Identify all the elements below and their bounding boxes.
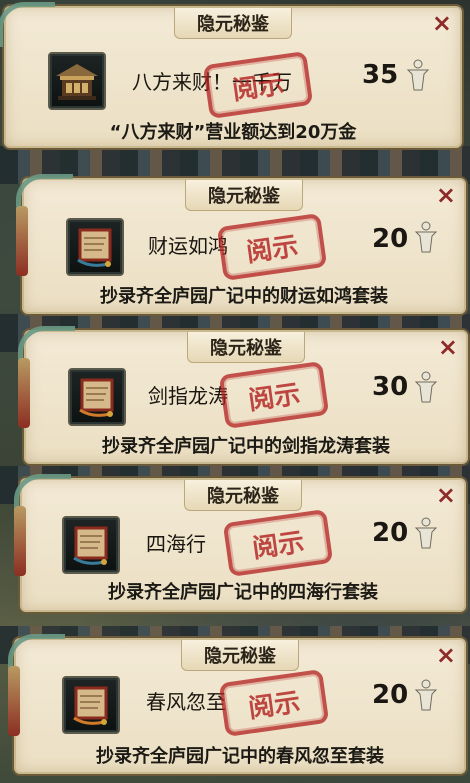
seal-stamp: 阅示 — [222, 509, 334, 577]
achievement-description: 抄录齐全庐园广记中的四海行套装 — [108, 582, 378, 603]
figure-icon — [414, 679, 438, 711]
card-title: 隐元秘鉴 — [174, 8, 292, 39]
achievement-card-1: 隐元秘鉴 × 八方来财！一千万 阅示 35 “八方来财”营业额达到20万金 — [0, 2, 462, 148]
jade-ornament — [0, 2, 55, 47]
achievement-description: “八方来财”营业额达到20万金 — [109, 122, 357, 143]
scroll-ribbon — [8, 666, 20, 736]
achievement-card-3: 隐元秘鉴 × 剑指龙涛 阅示 30 抄录齐全庐园广记中的剑指龙涛套装 — [18, 326, 468, 464]
close-icon[interactable]: × — [436, 182, 456, 208]
achievement-name: 四海行 — [146, 532, 206, 556]
scroll-icon[interactable] — [62, 676, 120, 734]
scroll-icon[interactable] — [68, 368, 126, 426]
seal-stamp: 阅示 — [218, 669, 330, 737]
achievement-card-4: 隐元秘鉴 × 四海行 阅示 20 抄录齐全庐园广记中的四海行套装 — [14, 474, 466, 612]
seal-stamp: 阅示 — [216, 213, 328, 281]
close-icon[interactable]: × — [436, 642, 456, 668]
reward-points: 20 — [372, 518, 409, 548]
scroll-ribbon — [14, 506, 26, 576]
figure-icon — [414, 371, 438, 403]
figure-icon — [406, 59, 430, 91]
achievement-name: 财运如鸿 — [148, 234, 228, 258]
card-title: 隐元秘鉴 — [185, 180, 303, 211]
reward-points: 35 — [362, 60, 399, 90]
reward-points: 20 — [372, 680, 409, 710]
achievement-card-5: 隐元秘鉴 × 春风忽至 阅示 20 抄录齐全庐园广记中的春风忽至套装 — [8, 634, 466, 774]
scroll-ribbon — [18, 358, 30, 428]
scroll-icon[interactable] — [62, 516, 120, 574]
reward-points: 20 — [372, 224, 409, 254]
achievement-name: 春风忽至 — [146, 690, 226, 714]
achievement-card-2: 隐元秘鉴 × 财运如鸿 阅示 20 抄录齐全庐园广记中的财运如鸿套装 — [16, 174, 466, 314]
figure-icon — [414, 221, 438, 253]
seal-stamp: 阅示 — [218, 361, 330, 429]
pavilion-icon[interactable] — [48, 52, 106, 110]
card-title: 隐元秘鉴 — [187, 332, 305, 363]
card-title: 隐元秘鉴 — [184, 480, 302, 511]
close-icon[interactable]: × — [436, 482, 456, 508]
scroll-icon[interactable] — [66, 218, 124, 276]
scroll-ribbon — [16, 206, 28, 276]
achievement-description: 抄录齐全庐园广记中的剑指龙涛套装 — [102, 436, 390, 457]
close-icon[interactable]: × — [438, 334, 458, 360]
reward-points: 30 — [372, 372, 409, 402]
figure-icon — [414, 517, 438, 549]
seal-stamp: 阅示 — [202, 51, 314, 119]
card-title: 隐元秘鉴 — [181, 640, 299, 671]
achievement-description: 抄录齐全庐园广记中的春风忽至套装 — [96, 746, 384, 767]
achievement-name: 剑指龙涛 — [148, 384, 228, 408]
achievement-description: 抄录齐全庐园广记中的财运如鸿套装 — [100, 286, 388, 307]
close-icon[interactable]: × — [432, 10, 452, 36]
